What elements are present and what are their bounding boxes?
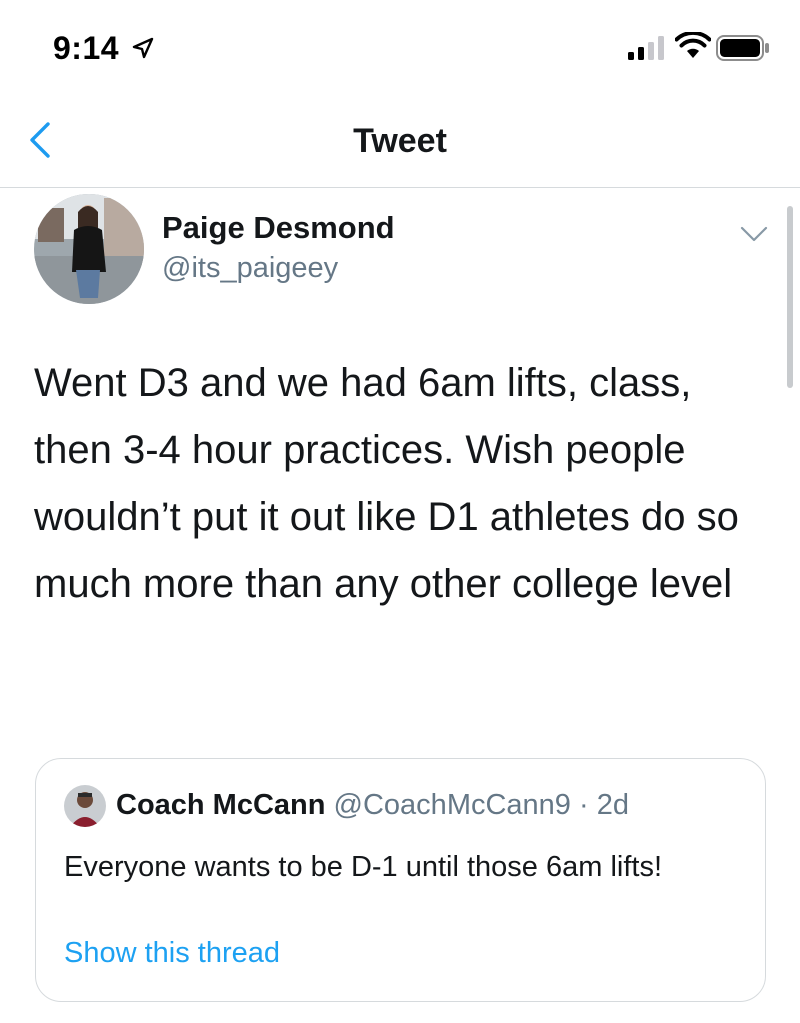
- nav-bar: Tweet: [0, 96, 800, 188]
- quoted-avatar-image: [64, 785, 106, 827]
- quoted-tweet-text: Everyone wants to be D-1 until those 6am…: [64, 851, 663, 883]
- cellular-signal-icon: [628, 36, 664, 60]
- quoted-author-handle: @CoachMcCann9: [333, 789, 571, 821]
- quoted-author-name: Coach McCann: [116, 789, 326, 821]
- quoted-avatar: [64, 785, 106, 827]
- battery-icon: [716, 35, 769, 61]
- show-thread-link[interactable]: Show this thread: [64, 937, 280, 970]
- meta-separator: ·: [570, 789, 597, 821]
- chevron-down-icon[interactable]: [738, 222, 770, 246]
- location-arrow-icon: [132, 37, 154, 59]
- page-title: Tweet: [353, 122, 447, 160]
- scroll-indicator[interactable]: [787, 206, 793, 388]
- avatar-image: [34, 194, 144, 304]
- quoted-tweet-card[interactable]: Coach McCann @CoachMcCann9 · 2d Everyone…: [35, 758, 766, 1002]
- quoted-timestamp: 2d: [596, 789, 629, 821]
- author-handle[interactable]: @its_paigeey: [162, 252, 338, 285]
- tweet-text: Went D3 and we had 6am lifts, class, the…: [34, 361, 739, 606]
- avatar[interactable]: [34, 194, 144, 304]
- status-time: 9:14: [53, 30, 120, 66]
- status-bar: 9:14: [0, 0, 800, 96]
- wifi-icon: [675, 32, 711, 58]
- author-name[interactable]: Paige Desmond: [162, 210, 395, 246]
- quoted-tweet-header: Coach McCann @CoachMcCann9 · 2d: [116, 789, 629, 822]
